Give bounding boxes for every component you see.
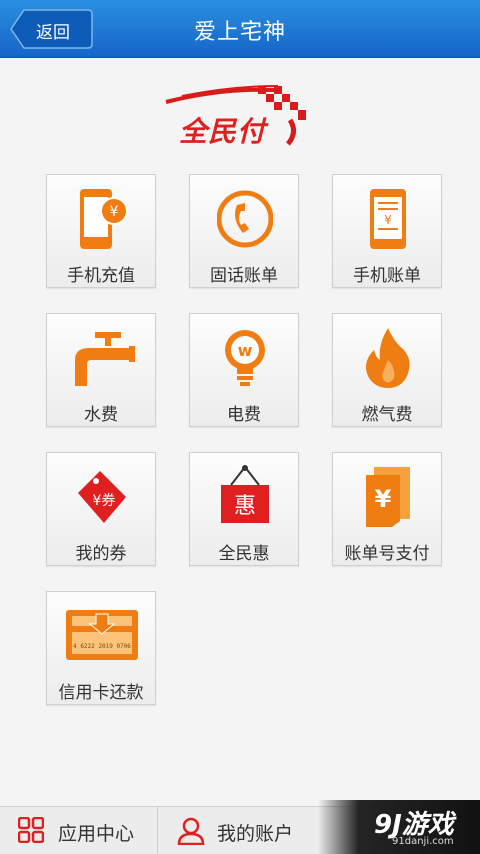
bill-number-icon: ¥ [366, 467, 410, 527]
service-label: 水费 [84, 405, 118, 425]
service-phone-recharge[interactable]: ¥ 手机充值 [46, 174, 156, 288]
svg-text:w: w [238, 341, 253, 360]
svg-text:惠: 惠 [234, 494, 256, 519]
page-title: 爱上宅神 [193, 20, 286, 45]
landline-phone-icon [217, 190, 273, 248]
svg-text:¥: ¥ [110, 204, 119, 220]
svg-text:4 6222 2019 0706: 4 6222 2019 0706 [73, 643, 131, 650]
water-faucet-icon [75, 332, 135, 386]
service-bill-number-pay[interactable]: ¥ 账单号支付 [332, 452, 442, 566]
brand-logo: 全民付 [162, 82, 322, 152]
service-water[interactable]: 水费 [46, 313, 156, 427]
service-credit-card[interactable]: 4 6222 2019 0706 信用卡还款 [46, 591, 156, 705]
tab-label: 我的账户 [217, 823, 294, 845]
gas-flame-icon [366, 328, 410, 388]
top-bar: 返回 爱上宅神 [0, 0, 480, 58]
app-grid-icon [18, 817, 44, 843]
tab-app-center[interactable]: 应用中心 [0, 807, 158, 854]
coupon-tag-icon: ¥券 [78, 471, 126, 523]
light-bulb-icon: w [225, 330, 265, 386]
svg-text:¥券: ¥券 [93, 493, 116, 509]
discount-sign-icon: 惠 [221, 465, 269, 523]
service-quanminhui[interactable]: 惠 全民惠 [189, 452, 299, 566]
service-landline-bill[interactable]: 固话账单 [189, 174, 299, 288]
watermark-sub: 91danji.com [392, 836, 454, 847]
site-watermark: 9J游戏 91danji.com [318, 800, 480, 854]
service-label: 手机账单 [353, 266, 421, 286]
service-label: 账单号支付 [344, 544, 430, 564]
service-label: 信用卡还款 [58, 683, 144, 703]
service-phone-bill[interactable]: ¥ 手机账单 [332, 174, 442, 288]
logo-text: 全民付 [179, 115, 267, 148]
phone-bill-icon: ¥ [370, 189, 406, 249]
svg-text:¥: ¥ [375, 485, 392, 513]
service-gas[interactable]: 燃气费 [332, 313, 442, 427]
service-electricity[interactable]: w 电费 [189, 313, 299, 427]
service-my-coupons[interactable]: ¥券 我的券 [46, 452, 156, 566]
user-icon [177, 817, 205, 845]
tab-label: 应用中心 [58, 823, 135, 845]
phone-recharge-icon: ¥ [80, 189, 128, 249]
service-label: 电费 [227, 405, 261, 425]
service-label: 手机充值 [67, 266, 135, 286]
svg-text:¥: ¥ [384, 213, 392, 227]
service-label: 燃气费 [361, 405, 413, 425]
service-label: 全民惠 [218, 544, 270, 564]
tab-my-account[interactable]: 我的账户 [159, 807, 319, 854]
service-label: 我的券 [75, 544, 127, 564]
credit-card-icon: 4 6222 2019 0706 [66, 610, 138, 660]
service-label: 固话账单 [210, 266, 278, 286]
